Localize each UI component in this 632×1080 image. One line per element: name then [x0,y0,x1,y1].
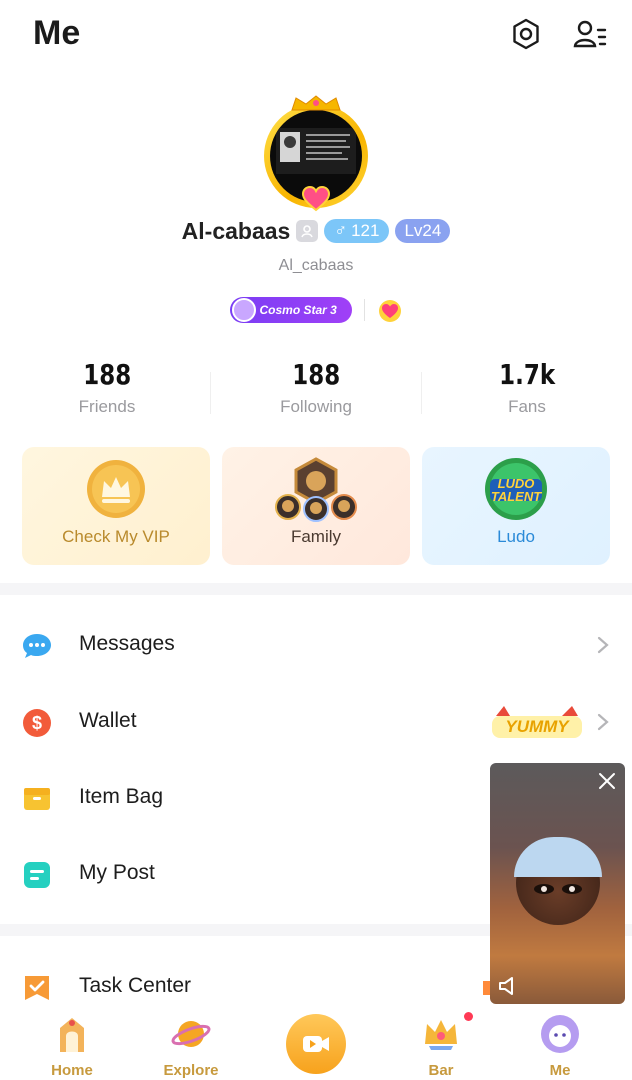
stat-value: 188 [83,358,131,391]
bottom-tab-bar: Home Explore Bar Me [0,1006,632,1080]
heart-frame-icon [302,186,330,212]
bar-crown-icon [425,1020,457,1050]
stat-label: Friends [78,397,136,416]
task-flag-icon [25,976,49,1000]
menu-label: Item Bag [79,785,164,808]
ludo-card-label: Ludo [497,527,535,546]
me-avatar-icon [541,1015,579,1053]
feature-cards: Check My VIP Family LUDO TALENT Ludo [22,447,612,565]
cosmo-star-icon [231,298,256,322]
chat-bubble-icon [23,634,51,658]
live-camera-icon [303,1036,329,1052]
user-handle: Al_cabaas [278,257,354,274]
bag-icon [24,788,50,810]
stat-label: Following [280,397,352,416]
cosmo-star-label: Cosmo Star 3 [259,303,337,317]
menu-item-messages[interactable]: Messages [0,607,632,683]
stat-label: Fans [508,397,546,416]
menu-item-wallet[interactable]: $ Wallet YUMMY [0,684,632,760]
tab-bar[interactable]: Bar [396,1014,486,1079]
family-lion-icon [275,457,357,522]
gender-value: 121 [351,221,380,240]
yummy-promo-text: YUMMY [505,717,569,736]
menu-label: My Post [79,861,155,884]
floating-video-window[interactable] [490,763,625,1004]
stat-value: 1.7k [499,358,555,391]
tab-home[interactable]: Home [27,1014,117,1079]
id-card-icon[interactable] [296,220,319,242]
chevron-right-icon [597,713,609,731]
menu-label: Messages [79,632,175,655]
ludo-logo-text: LUDO TALENT [490,476,542,504]
home-gate-icon [60,1018,84,1052]
notification-dot [464,1012,473,1021]
crown-frame-icon [291,95,341,111]
tab-label: Bar [428,1062,454,1079]
stat-fans[interactable]: 1.7k Fans [422,358,632,417]
user-list-icon[interactable] [572,16,608,52]
vip-card-label: Check My VIP [62,527,170,546]
page-title: Me [33,14,81,52]
stat-friends[interactable]: 188 Friends [2,358,212,417]
cosmo-star-badge[interactable]: Cosmo Star 3 [229,297,352,323]
tab-live[interactable] [286,1014,346,1074]
badges-row: Cosmo Star 3 [0,296,632,324]
dollar-coin-icon: $ [23,709,51,737]
male-symbol: ♂ [334,221,348,240]
ludo-card[interactable]: LUDO TALENT Ludo [422,447,610,565]
stats-row: 188 Friends 188 Following 1.7k Fans [0,358,632,428]
planet-icon [171,1021,211,1047]
heart-badge-icon[interactable] [377,297,403,323]
yummy-promo-icon[interactable]: YUMMY [490,702,584,742]
username: Al-cabaas [181,217,291,244]
family-card-label: Family [290,527,342,546]
gear-icon[interactable] [508,16,544,52]
badge-divider [363,299,365,321]
level-badge: Lv24 [395,219,451,243]
tab-me[interactable]: Me [515,1014,605,1079]
speaker-icon[interactable] [496,974,520,998]
tab-label: Explore [163,1062,219,1079]
name-row: Al-cabaas ♂ 121 Lv24 [0,216,632,246]
avatar[interactable] [258,94,374,214]
chevron-right-icon [597,636,609,654]
post-icon [24,862,50,888]
section-divider [0,583,632,595]
svg-text:$: $ [32,713,42,733]
menu-label: Wallet [79,709,137,732]
menu-label: Task Center [79,974,192,997]
crown-icon [87,460,145,518]
gender-badge: ♂ 121 [324,219,390,243]
close-icon[interactable] [597,771,617,791]
tab-label: Me [549,1062,571,1079]
stat-value: 188 [292,358,340,391]
tab-explore[interactable]: Explore [146,1014,236,1079]
ludo-talent-icon: LUDO TALENT [484,457,548,521]
tab-label: Home [51,1062,93,1079]
family-card[interactable]: Family [222,447,410,565]
vip-card[interactable]: Check My VIP [22,447,210,565]
header: Me [0,0,632,72]
stat-following[interactable]: 188 Following [211,358,421,417]
